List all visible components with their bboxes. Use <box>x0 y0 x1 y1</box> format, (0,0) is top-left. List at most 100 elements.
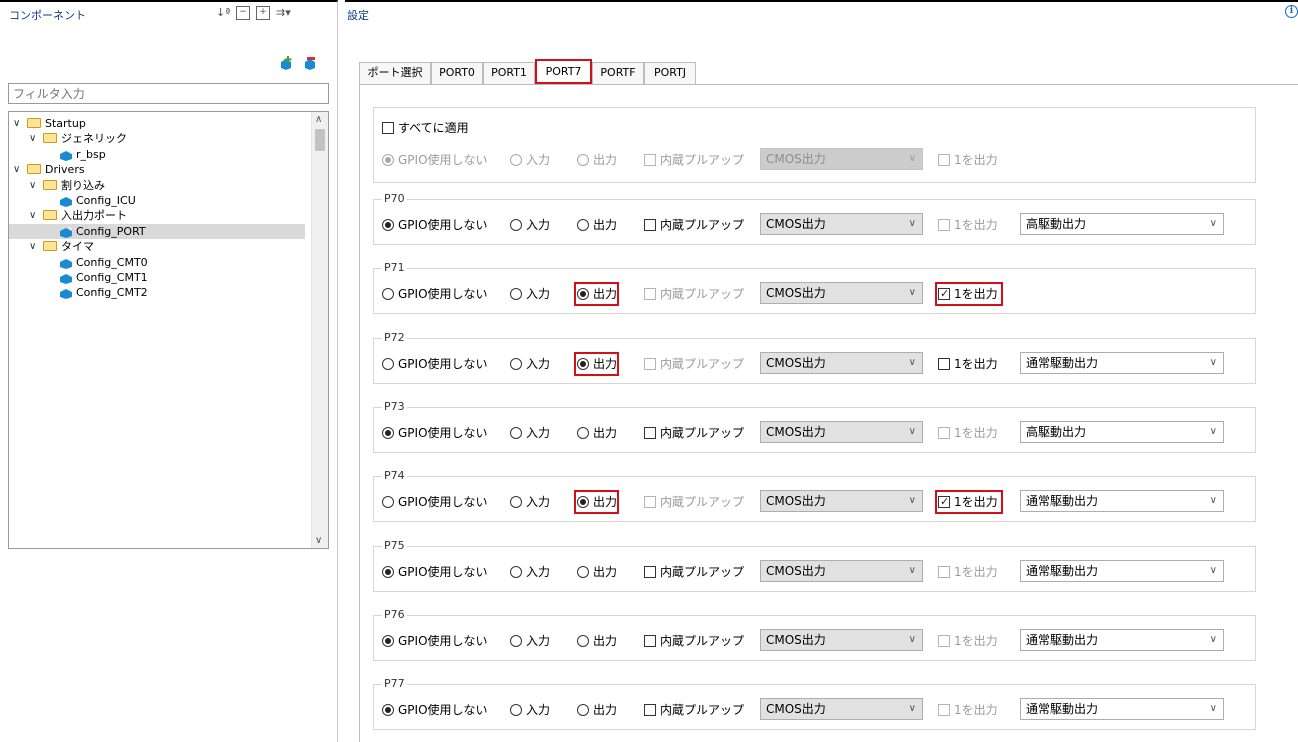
p75-output[interactable]: 出力 <box>577 563 617 581</box>
scroll-up-icon[interactable]: ∧ <box>315 114 322 125</box>
chevron-down-icon[interactable]: ∨ <box>29 208 39 223</box>
p77-input-radio[interactable] <box>510 704 522 717</box>
p76-pullup[interactable]: 内蔵プルアップ <box>644 632 744 650</box>
tree-item[interactable]: ∨ タイマ <box>9 239 305 254</box>
chevron-down-icon[interactable]: ∨ <box>13 162 23 177</box>
p74-gpio-unused[interactable]: GPIO使用しない <box>382 493 502 511</box>
p71-input[interactable]: 入力 <box>510 285 550 303</box>
p77-gpio-unused-radio[interactable] <box>382 704 394 717</box>
p70-input-radio[interactable] <box>510 219 522 231</box>
p73-gpio-unused-radio[interactable] <box>382 426 394 439</box>
p70-pullup-box[interactable] <box>644 219 656 231</box>
p77-gpio-unused[interactable]: GPIO使用しない <box>382 701 502 719</box>
p72-drive-select[interactable]: 通常駆動出力 ∨ <box>1020 351 1224 374</box>
p77-output-radio[interactable] <box>577 704 589 717</box>
tree-item[interactable]: ∨ 割り込み <box>9 178 305 193</box>
p73-drive-select[interactable]: 高駆動出力 ∨ <box>1020 420 1224 443</box>
p70-output[interactable]: 出力 <box>577 216 617 234</box>
p72-mode-select[interactable]: CMOS出力 ∨ <box>760 351 923 374</box>
p74-mode-select[interactable]: CMOS出力 ∨ <box>760 490 923 513</box>
p77-pullup-box[interactable] <box>644 704 656 717</box>
p71-output1-box[interactable] <box>938 285 950 303</box>
p75-gpio-unused-radio[interactable] <box>382 565 394 578</box>
p73-input[interactable]: 入力 <box>510 424 550 442</box>
p71-output-radio[interactable] <box>577 288 589 301</box>
p76-input-radio[interactable] <box>510 634 522 647</box>
p70-gpio-unused-radio[interactable] <box>382 219 394 231</box>
p72-input-radio[interactable] <box>510 357 522 370</box>
p70-output-radio[interactable] <box>577 219 589 231</box>
add-component-icon[interactable] <box>279 56 293 70</box>
chevron-down-icon[interactable]: ∨ <box>29 178 39 193</box>
p71-input-radio[interactable] <box>510 288 522 301</box>
p74-output1[interactable]: 1を出力 <box>935 490 1003 515</box>
p75-pullup[interactable]: 内蔵プルアップ <box>644 563 744 581</box>
p74-input-radio[interactable] <box>510 496 522 509</box>
p77-output[interactable]: 出力 <box>577 701 617 719</box>
p71-gpio-unused[interactable]: GPIO使用しない <box>382 285 502 303</box>
p71-gpio-unused-radio[interactable] <box>382 288 394 301</box>
p74-drive-select[interactable]: 通常駆動出力 ∨ <box>1020 490 1224 513</box>
tab-ポート選択[interactable]: ポート選択 <box>359 62 431 84</box>
p75-input-radio[interactable] <box>510 565 522 578</box>
p76-gpio-unused[interactable]: GPIO使用しない <box>382 632 502 650</box>
p75-output-radio[interactable] <box>577 565 589 578</box>
filter-menu-icon[interactable]: ⇉▾ <box>276 6 291 20</box>
tree-item[interactable]: ∨ 入出力ポート <box>9 208 305 223</box>
p76-gpio-unused-radio[interactable] <box>382 634 394 647</box>
p71-mode-select[interactable]: CMOS出力 ∨ <box>760 282 923 305</box>
tab-portf[interactable]: PORTF <box>592 62 644 84</box>
remove-component-icon[interactable] <box>303 56 317 70</box>
p77-mode-select[interactable]: CMOS出力 ∨ <box>760 698 923 721</box>
p76-output[interactable]: 出力 <box>577 632 617 650</box>
p76-input[interactable]: 入力 <box>510 632 550 650</box>
p72-output[interactable]: 出力 <box>574 351 619 376</box>
tab-port0[interactable]: PORT0 <box>431 62 483 84</box>
p77-pullup[interactable]: 内蔵プルアップ <box>644 701 744 719</box>
p75-gpio-unused[interactable]: GPIO使用しない <box>382 563 502 581</box>
p76-mode-select[interactable]: CMOS出力 ∨ <box>760 628 923 651</box>
apply-all-checkbox[interactable]: すべてに適用 <box>382 119 469 137</box>
expand-all-icon[interactable]: + <box>256 6 270 20</box>
p77-drive-select[interactable]: 通常駆動出力 ∨ <box>1020 698 1224 721</box>
p76-pullup-box[interactable] <box>644 634 656 647</box>
p74-input[interactable]: 入力 <box>510 493 550 511</box>
p70-pullup[interactable]: 内蔵プルアップ <box>644 216 744 234</box>
p77-input[interactable]: 入力 <box>510 701 550 719</box>
p72-output1[interactable]: 1を出力 <box>938 355 1000 373</box>
p75-pullup-box[interactable] <box>644 565 656 578</box>
tree-item[interactable]: r_bsp <box>9 147 305 162</box>
chevron-down-icon[interactable]: ∨ <box>29 131 39 146</box>
tab-port7[interactable]: PORT7 <box>535 59 592 84</box>
p74-gpio-unused-radio[interactable] <box>382 496 394 509</box>
tree-item[interactable]: Config_CMT1 <box>9 270 305 285</box>
apply-all-checkbox-box[interactable] <box>382 122 394 134</box>
tree-scrollbar[interactable]: ∧ ∨ <box>311 112 328 548</box>
p74-output-radio[interactable] <box>577 496 589 509</box>
tree-item[interactable]: ∨ ジェネリック <box>9 131 305 146</box>
collapse-all-icon[interactable]: − <box>236 6 250 20</box>
p73-input-radio[interactable] <box>510 426 522 439</box>
filter-input[interactable] <box>8 83 329 104</box>
p73-output-radio[interactable] <box>577 426 589 439</box>
p73-pullup-box[interactable] <box>644 426 656 439</box>
p72-gpio-unused[interactable]: GPIO使用しない <box>382 355 502 373</box>
p73-gpio-unused[interactable]: GPIO使用しない <box>382 424 502 442</box>
tab-port1[interactable]: PORT1 <box>483 62 535 84</box>
p76-drive-select[interactable]: 通常駆動出力 ∨ <box>1020 628 1224 651</box>
p72-input[interactable]: 入力 <box>510 355 550 373</box>
p74-output1-box[interactable] <box>938 493 950 511</box>
p75-input[interactable]: 入力 <box>510 563 550 581</box>
info-icon[interactable]: i <box>1285 5 1298 18</box>
p72-output1-box[interactable] <box>938 357 950 370</box>
tree-item[interactable]: Config_PORT <box>9 223 305 239</box>
p73-pullup[interactable]: 内蔵プルアップ <box>644 424 744 442</box>
tree-item[interactable]: ∨ Drivers <box>9 162 305 177</box>
p72-output-radio[interactable] <box>577 357 589 370</box>
tree-item[interactable]: Config_CMT0 <box>9 255 305 270</box>
p71-output[interactable]: 出力 <box>574 282 619 307</box>
sort-az-icon[interactable]: ↓ª <box>216 6 230 20</box>
tree-item[interactable]: Config_CMT2 <box>9 285 305 300</box>
chevron-down-icon[interactable]: ∨ <box>13 116 23 131</box>
p73-output[interactable]: 出力 <box>577 424 617 442</box>
